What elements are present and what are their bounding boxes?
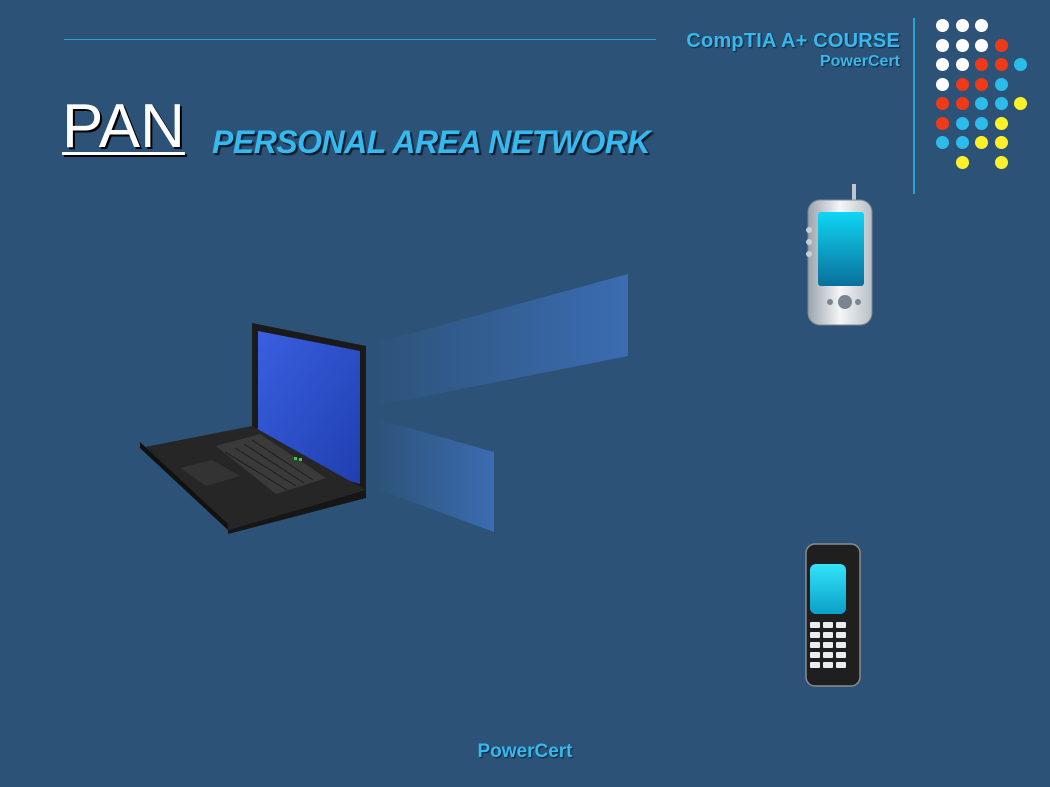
decor-dot [936,38,949,52]
decor-dot [975,116,988,130]
slide-title-full: PERSONAL AREA NETWORK [212,124,651,160]
decor-dot [955,77,969,91]
decor-dot [955,136,969,149]
decor-dot [975,77,988,91]
decor-dot [955,19,969,32]
decor-dot [975,19,988,32]
decor-dot [994,116,1008,130]
brand-footer: PowerCert [477,741,573,762]
decor-dot [955,58,969,71]
brand-header: PowerCert [819,53,900,70]
decor-dot [994,77,1008,91]
decor-dot [994,155,1008,169]
decor-dot [936,97,949,110]
slide: CompTIA A+ COURSE PowerCert PAN PERSONAL… [0,0,1050,787]
decor-dot [955,38,969,52]
decor-dot [994,58,1008,71]
laptop-icon [140,323,366,534]
decor-dot [975,97,988,110]
decor-dot [955,155,969,169]
course-title: CompTIA A+ COURSE [686,30,900,52]
decor-dot [955,116,969,130]
decor-dot [936,19,949,32]
decor-dot [1014,58,1027,71]
pda-phone-icon [806,184,873,326]
decor-dot [994,38,1008,52]
decor-dot [994,97,1008,110]
cell-phone-icon [805,543,861,687]
wireless-signal-icon [380,274,628,532]
decor-dot [975,38,988,52]
decor-dot [975,58,988,71]
vertical-rule [913,18,915,194]
decor-dot [936,58,949,71]
decor-dot [936,136,949,149]
slide-title-abbreviation: PAN [62,92,185,161]
decor-dot [955,97,969,110]
decor-dot [994,136,1008,149]
decor-dot [1014,97,1027,110]
decor-dot [975,136,988,149]
decor-dot [936,116,949,130]
decor-dot [936,77,949,91]
header-rule [64,39,656,40]
